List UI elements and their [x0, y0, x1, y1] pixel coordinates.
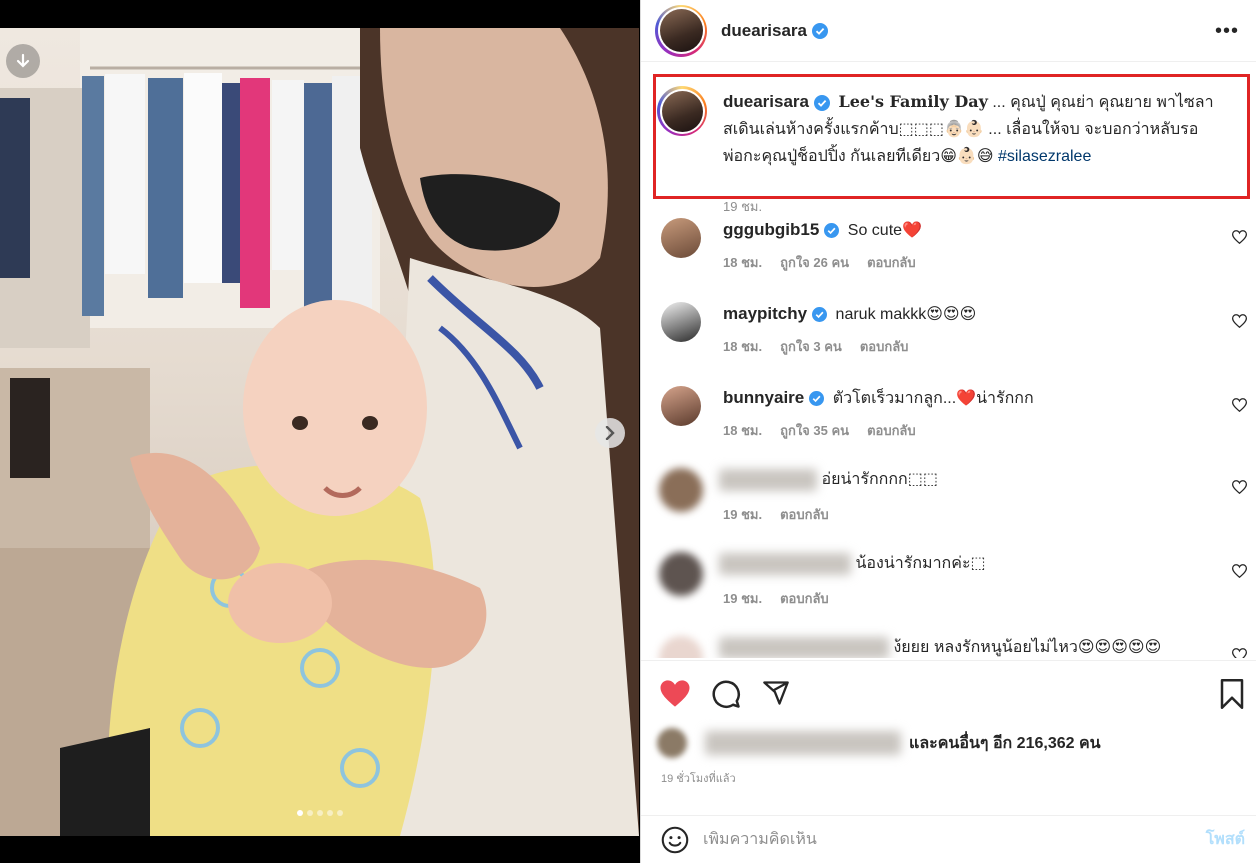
heart-icon[interactable]	[659, 679, 691, 708]
comment-username[interactable]: bunnyaire	[723, 388, 804, 407]
heart-icon[interactable]	[1232, 564, 1247, 578]
emoji-icon[interactable]	[661, 826, 689, 854]
verified-icon	[824, 223, 840, 239]
comment-item: bunnyaire ตัวโตเร็วมากลูก...❤️น่ารักกก 1…	[641, 380, 1256, 460]
comment-time: 18 ชม.	[723, 339, 763, 354]
comment-input[interactable]	[703, 830, 1163, 849]
avatar[interactable]	[655, 4, 707, 57]
post-details-panel: duearisara ••• duearisara Lee's Family D…	[640, 0, 1256, 863]
reply-button[interactable]: ตอบกลับ	[867, 423, 916, 438]
comment-icon[interactable]	[711, 679, 741, 709]
verified-icon	[814, 94, 830, 111]
comment-item: อ่ยน่ารักกกก⬚⬚ 19 ชม. ตอบกลับ	[641, 462, 1256, 542]
add-comment-bar: โพสต์	[641, 815, 1256, 863]
reply-button[interactable]: ตอบกลับ	[860, 339, 909, 354]
comment-item: maypitchy naruk makkk😍😍😍 18 ชม. ถูกใจ 3 ค…	[641, 296, 1256, 376]
caption-username[interactable]: duearisara	[723, 92, 809, 111]
reply-button[interactable]: ตอบกลับ	[867, 255, 916, 270]
reply-button[interactable]: ตอบกลับ	[780, 507, 829, 522]
comment-text: So cute❤️	[847, 222, 922, 239]
comment-text: ตัวโตเร็วมากลูก...❤️น่ารักกก	[832, 390, 1034, 407]
comment-likes[interactable]: ถูกใจ 26 คน	[780, 255, 849, 270]
carousel-dot	[326, 810, 333, 816]
comment-avatar[interactable]	[659, 636, 703, 658]
likes-count-text[interactable]: และคนอื่นๆ อีก 216,362 คน	[909, 731, 1101, 756]
comments-section: duearisara Lee's Family Day ... คุณปู่ ค…	[641, 62, 1256, 658]
carousel-dot	[336, 810, 343, 816]
comment-avatar[interactable]	[661, 302, 701, 342]
post-photo-viewer	[0, 0, 639, 863]
reply-button[interactable]: ตอบกลับ	[780, 591, 829, 606]
heart-icon[interactable]	[1232, 230, 1247, 244]
heart-icon[interactable]	[1232, 648, 1247, 658]
comment-text: อ่ยน่ารักกกก⬚⬚	[821, 471, 938, 488]
post-photo[interactable]	[0, 28, 639, 836]
more-icon: •••	[1214, 20, 1239, 42]
next-photo-button[interactable]	[595, 418, 625, 448]
likes-summary[interactable]: และคนอื่นๆ อีก 216,362 คน	[657, 726, 1247, 760]
carousel-indicator	[0, 810, 639, 816]
comment-avatar[interactable]	[659, 468, 703, 512]
carousel-dot	[316, 810, 323, 816]
comment-username-blurred	[719, 468, 817, 491]
liker-avatar-blurred	[657, 728, 687, 758]
comment-item: ง้ยยย หลงรักหนูน้อยไม่ไหว😍😍😍😍😍	[641, 630, 1256, 658]
caption-title: Lee's Family Day	[838, 92, 988, 111]
comment-likes[interactable]: ถูกใจ 3 คน	[780, 339, 842, 354]
comment-username[interactable]: maypitchy	[723, 304, 807, 323]
verified-icon	[812, 22, 828, 39]
comment-item: น้องน่ารักมากค่ะ⬚ 19 ชม. ตอบกลับ	[641, 546, 1256, 626]
heart-icon[interactable]	[1232, 398, 1247, 412]
comment-avatar[interactable]	[661, 218, 701, 258]
comment-username-blurred	[719, 552, 851, 575]
comment-time: 19 ชม.	[723, 507, 763, 522]
post-header: duearisara •••	[641, 0, 1256, 62]
comment-avatar[interactable]	[659, 552, 703, 596]
chevron-right-icon	[605, 426, 615, 440]
heart-icon[interactable]	[1232, 480, 1247, 494]
comment-time: 19 ชม.	[723, 591, 763, 606]
caption-hashtag[interactable]: #silasezralee	[998, 148, 1091, 165]
share-icon[interactable]	[761, 679, 791, 707]
download-icon	[16, 53, 30, 68]
download-button[interactable]	[6, 44, 40, 78]
carousel-dot	[296, 810, 303, 816]
comment-text: naruk makkk😍😍😍	[835, 306, 977, 323]
comment-time: 18 ชม.	[723, 423, 763, 438]
post-comment-button[interactable]: โพสต์	[1206, 827, 1245, 852]
comment-time: 18 ชม.	[723, 255, 763, 270]
bookmark-icon[interactable]	[1219, 679, 1245, 709]
caption-avatar[interactable]	[657, 86, 707, 136]
comment-text: น้องน่ารักมากค่ะ⬚	[855, 555, 986, 572]
more-options-button[interactable]: •••	[1215, 20, 1239, 43]
post-timestamp[interactable]: 19 ชั่วโมงที่แล้ว	[661, 769, 736, 787]
heart-icon[interactable]	[1232, 314, 1247, 328]
verified-icon	[809, 391, 825, 407]
caption-text-line2: สเดินเล่นห้างครั้งแรกค้าบ⬚⬚⬚👵🏻👶🏻 ... เลื…	[723, 121, 1199, 138]
caption-text-line3: พ่อกะคุณปู่ช็อปปิ้ง กันเลยทีเดียว😁👶🏻😅	[723, 148, 994, 165]
comment-item: gggubgib15 So cute❤️ 18 ชม. ถูกใจ 26 คน ตอ…	[641, 212, 1256, 292]
verified-icon	[812, 307, 828, 323]
comment-likes[interactable]: ถูกใจ 35 คน	[780, 423, 849, 438]
post-actions-bar	[641, 660, 1256, 726]
comment-text: ง้ยยย หลงรักหนูน้อยไม่ไหว😍😍😍😍😍	[893, 639, 1162, 656]
comment-username[interactable]: gggubgib15	[723, 220, 819, 239]
caption-text-line1: ... คุณปู่ คุณย่า คุณยาย พาไซลา	[987, 94, 1214, 111]
liker-name-blurred	[705, 731, 901, 755]
comment-avatar[interactable]	[661, 386, 701, 426]
carousel-dot	[306, 810, 313, 816]
post-author-username[interactable]: duearisara	[721, 21, 807, 41]
photo-illustration	[0, 28, 639, 836]
comment-username-blurred	[719, 636, 889, 658]
